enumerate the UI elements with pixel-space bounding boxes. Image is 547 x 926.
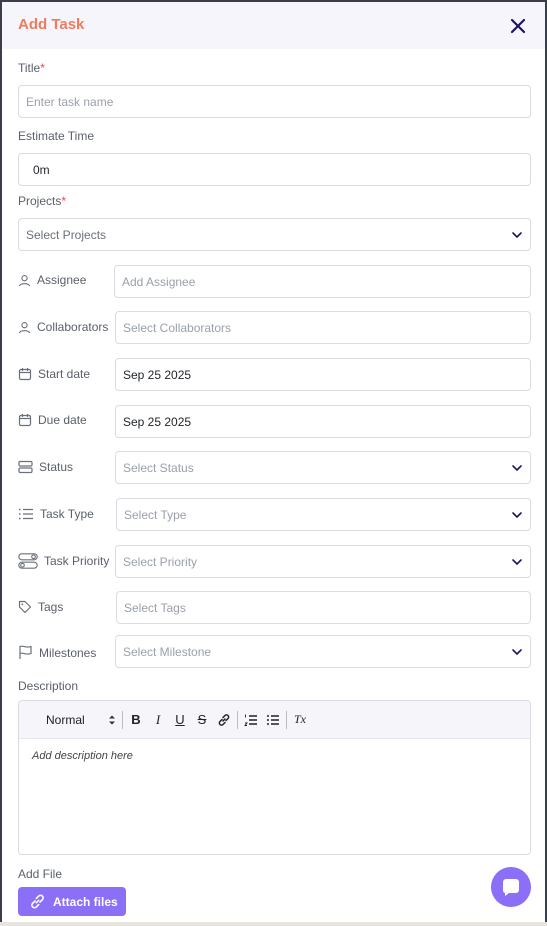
assignee-input[interactable]: Add Assignee xyxy=(114,265,531,298)
milestones-label: Milestones xyxy=(18,645,96,660)
bullet-list-button[interactable] xyxy=(262,709,284,731)
assignee-label: Assignee xyxy=(18,273,86,287)
strikethrough-button[interactable]: S xyxy=(191,709,213,731)
status-select[interactable]: Select Status xyxy=(115,451,531,484)
task-priority-select[interactable]: Select Priority xyxy=(115,545,531,578)
status-placeholder: Select Status xyxy=(123,460,194,475)
editor-toolbar: Normal B I U S Tx xyxy=(19,701,530,739)
close-icon[interactable] xyxy=(509,17,527,35)
tag-icon xyxy=(18,600,32,614)
due-date-input[interactable]: Sep 25 2025 xyxy=(115,405,531,438)
required-mark: * xyxy=(40,61,45,75)
description-placeholder: Add description here xyxy=(32,750,133,762)
estimate-input[interactable]: 0m xyxy=(18,153,531,186)
projects-select[interactable]: Select Projects xyxy=(18,218,531,251)
chevron-down-icon xyxy=(512,464,522,471)
window-frame-bottom xyxy=(0,922,547,926)
format-select[interactable]: Normal xyxy=(46,713,116,727)
task-type-placeholder: Select Type xyxy=(124,507,187,522)
ordered-list-icon xyxy=(244,714,257,726)
italic-button[interactable]: I xyxy=(147,709,169,731)
tags-label: Tags xyxy=(18,600,63,614)
add-file-label: Add File xyxy=(18,867,63,881)
task-type-label-text: Task Type xyxy=(40,507,94,521)
bold-button[interactable]: B xyxy=(125,709,147,731)
format-select-value: Normal xyxy=(46,712,85,727)
due-date-label: Due date xyxy=(18,413,87,427)
due-date-value: Sep 25 2025 xyxy=(123,414,192,429)
toolbar-separator xyxy=(122,710,123,729)
tags-placeholder: Select Tags xyxy=(124,600,186,615)
bullet-list-icon xyxy=(267,714,279,725)
tags-label-text: Tags xyxy=(38,600,64,614)
projects-label: Projects* xyxy=(18,194,66,208)
assignee-placeholder: Add Assignee xyxy=(122,274,196,289)
ordered-list-button[interactable] xyxy=(240,709,262,731)
title-input[interactable]: Enter task name xyxy=(18,85,531,118)
underline-button[interactable]: U xyxy=(169,709,191,731)
task-priority-label-text: Task Priority xyxy=(44,554,110,568)
chevron-down-icon xyxy=(512,558,522,565)
chat-icon xyxy=(502,879,519,896)
projects-placeholder: Select Projects xyxy=(26,227,107,242)
task-type-select[interactable]: Select Type xyxy=(116,498,531,531)
milestones-label-text: Milestones xyxy=(39,645,97,660)
title-label-text: Title xyxy=(18,61,41,75)
calendar-icon xyxy=(18,368,32,381)
toolbar-separator xyxy=(286,710,287,729)
collaborators-label: Collaborators xyxy=(18,320,108,334)
calendar-icon xyxy=(18,414,32,427)
required-mark: * xyxy=(61,194,67,208)
title-label: Title* xyxy=(18,61,45,75)
user-icon xyxy=(18,274,31,286)
chevron-down-icon xyxy=(512,231,522,238)
start-date-label: Start date xyxy=(18,367,90,381)
modal-title: Add Task xyxy=(18,16,85,33)
link-icon xyxy=(31,894,44,909)
chevron-down-icon xyxy=(512,511,522,518)
milestones-select[interactable]: Select Milestone xyxy=(115,635,531,668)
collaborators-label-text: Collaborators xyxy=(37,320,109,334)
modal-header: Add Task xyxy=(2,2,545,49)
milestones-placeholder: Select Milestone xyxy=(123,644,212,659)
user-icon xyxy=(18,321,31,333)
toolbar-separator xyxy=(237,710,238,729)
estimate-value: 0m xyxy=(33,162,50,177)
title-placeholder: Enter task name xyxy=(26,94,114,109)
window-frame-left xyxy=(0,0,2,926)
due-date-label-text: Due date xyxy=(38,413,87,427)
description-editor[interactable]: Normal B I U S Tx Add description here xyxy=(18,700,531,855)
flag-icon xyxy=(19,645,32,659)
up-down-arrows-icon xyxy=(109,715,115,724)
tags-input[interactable]: Select Tags xyxy=(116,591,531,624)
estimate-label: Estimate Time xyxy=(18,129,95,143)
list-icon xyxy=(18,508,33,520)
start-date-label-text: Start date xyxy=(38,367,91,381)
collaborators-input[interactable]: Select Collaborators xyxy=(115,311,531,344)
link-button[interactable] xyxy=(213,709,235,731)
chat-button[interactable] xyxy=(491,867,531,907)
attach-files-label: Attach files xyxy=(53,894,118,909)
status-icon xyxy=(18,460,33,474)
link-icon xyxy=(218,713,230,726)
status-label: Status xyxy=(18,460,73,474)
task-priority-placeholder: Select Priority xyxy=(123,554,198,569)
status-label-text: Status xyxy=(39,460,74,474)
assignee-label-text: Assignee xyxy=(37,273,87,287)
clear-format-button[interactable]: Tx xyxy=(289,709,311,731)
start-date-value: Sep 25 2025 xyxy=(123,367,192,382)
attach-files-button[interactable]: Attach files xyxy=(18,887,126,916)
chevron-down-icon xyxy=(512,648,522,655)
toggle-icon xyxy=(18,553,38,569)
description-label: Description xyxy=(18,679,79,693)
task-type-label: Task Type xyxy=(18,507,94,521)
start-date-input[interactable]: Sep 25 2025 xyxy=(115,358,531,391)
projects-label-text: Projects xyxy=(18,194,62,208)
task-priority-label: Task Priority xyxy=(18,553,109,569)
collaborators-placeholder: Select Collaborators xyxy=(123,320,232,335)
